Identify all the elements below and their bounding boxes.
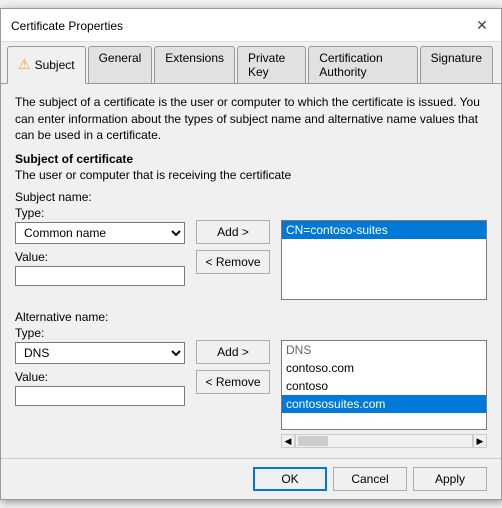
alt-list-item-3[interactable]: contososuites.com bbox=[282, 395, 486, 413]
scroll-left-button[interactable]: ◀ bbox=[281, 434, 295, 448]
alt-list-box[interactable]: DNS contoso.com contoso contososuites.co… bbox=[281, 340, 487, 430]
subject-value-group: Value: bbox=[15, 250, 185, 286]
subject-list-item[interactable]: CN=contoso-suites bbox=[282, 221, 486, 239]
subject-type-label: Type: bbox=[15, 206, 185, 220]
tab-bar: ⚠ Subject General Extensions Private Key… bbox=[1, 42, 501, 84]
bottom-bar: OK Cancel Apply bbox=[1, 458, 501, 499]
scrollbar-track[interactable] bbox=[295, 434, 473, 448]
alt-right-panel: DNS contoso.com contoso contososuites.co… bbox=[281, 310, 487, 448]
ok-button[interactable]: OK bbox=[253, 467, 327, 491]
alt-list-item-2[interactable]: contoso bbox=[282, 377, 486, 395]
tab-private-key[interactable]: Private Key bbox=[237, 46, 306, 83]
subject-type-group: Type: Common name Organization Organizat… bbox=[15, 206, 185, 244]
tab-private-key-label: Private Key bbox=[248, 51, 285, 79]
alt-value-label: Value: bbox=[15, 370, 185, 384]
dialog-title: Certificate Properties bbox=[11, 19, 123, 33]
alt-type-label: Type: bbox=[15, 326, 185, 340]
subject-list-box[interactable]: CN=contoso-suites bbox=[281, 220, 487, 300]
tab-subject[interactable]: ⚠ Subject bbox=[7, 46, 86, 84]
warning-icon: ⚠ bbox=[18, 56, 31, 73]
alt-list-header: DNS bbox=[282, 341, 486, 359]
tab-extensions[interactable]: Extensions bbox=[154, 46, 235, 83]
subject-name-label: Subject name: bbox=[15, 190, 185, 204]
alt-list-item-1[interactable]: contoso.com bbox=[282, 359, 486, 377]
alt-type-select[interactable]: DNS Email UPN URL IP address bbox=[15, 342, 185, 364]
alt-remove-button[interactable]: < Remove bbox=[196, 370, 270, 394]
tab-subject-label: Subject bbox=[35, 58, 75, 72]
tab-extensions-label: Extensions bbox=[165, 51, 224, 65]
tab-cert-authority-label: Certification Authority bbox=[319, 51, 382, 79]
alt-value-group: Value: bbox=[15, 370, 185, 406]
tab-general-label: General bbox=[99, 51, 142, 65]
scroll-right-button[interactable]: ▶ bbox=[473, 434, 487, 448]
subject-name-section: Subject name: Type: Common name Organiza… bbox=[15, 190, 487, 300]
subject-value-label: Value: bbox=[15, 250, 185, 264]
cancel-button[interactable]: Cancel bbox=[333, 467, 407, 491]
tab-cert-authority[interactable]: Certification Authority bbox=[308, 46, 417, 83]
info-text: The subject of a certificate is the user… bbox=[15, 94, 487, 144]
subject-middle-panel: Add > < Remove bbox=[193, 190, 273, 274]
alt-type-group: Type: DNS Email UPN URL IP address bbox=[15, 326, 185, 364]
subject-add-button[interactable]: Add > bbox=[196, 220, 270, 244]
alt-name-columns: Alternative name: Type: DNS Email UPN UR… bbox=[15, 310, 487, 448]
title-bar: Certificate Properties ✕ bbox=[1, 9, 501, 42]
certificate-properties-dialog: Certificate Properties ✕ ⚠ Subject Gener… bbox=[0, 8, 502, 500]
subject-type-select[interactable]: Common name Organization Organizational … bbox=[15, 222, 185, 244]
alt-value-input[interactable] bbox=[15, 386, 185, 406]
apply-button[interactable]: Apply bbox=[413, 467, 487, 491]
tab-general[interactable]: General bbox=[88, 46, 153, 83]
alt-left-panel: Alternative name: Type: DNS Email UPN UR… bbox=[15, 310, 185, 412]
alt-add-button[interactable]: Add > bbox=[196, 340, 270, 364]
alt-name-section: Alternative name: Type: DNS Email UPN UR… bbox=[15, 310, 487, 448]
alt-name-label: Alternative name: bbox=[15, 310, 185, 324]
subject-left-panel: Subject name: Type: Common name Organiza… bbox=[15, 190, 185, 292]
subject-right-panel: CN=contoso-suites bbox=[281, 190, 487, 300]
subject-value-input[interactable] bbox=[15, 266, 185, 286]
close-button[interactable]: ✕ bbox=[473, 17, 491, 35]
scrollbar-thumb[interactable] bbox=[298, 436, 328, 446]
subject-remove-button[interactable]: < Remove bbox=[196, 250, 270, 274]
alt-middle-panel: Add > < Remove bbox=[193, 310, 273, 394]
tab-content: The subject of a certificate is the user… bbox=[1, 84, 501, 458]
horizontal-scrollbar: ◀ ▶ bbox=[281, 434, 487, 448]
subject-of-cert-sub: The user or computer that is receiving t… bbox=[15, 168, 487, 182]
tab-signature[interactable]: Signature bbox=[420, 46, 493, 83]
subject-of-cert-label: Subject of certificate bbox=[15, 152, 487, 166]
tab-signature-label: Signature bbox=[431, 51, 482, 65]
